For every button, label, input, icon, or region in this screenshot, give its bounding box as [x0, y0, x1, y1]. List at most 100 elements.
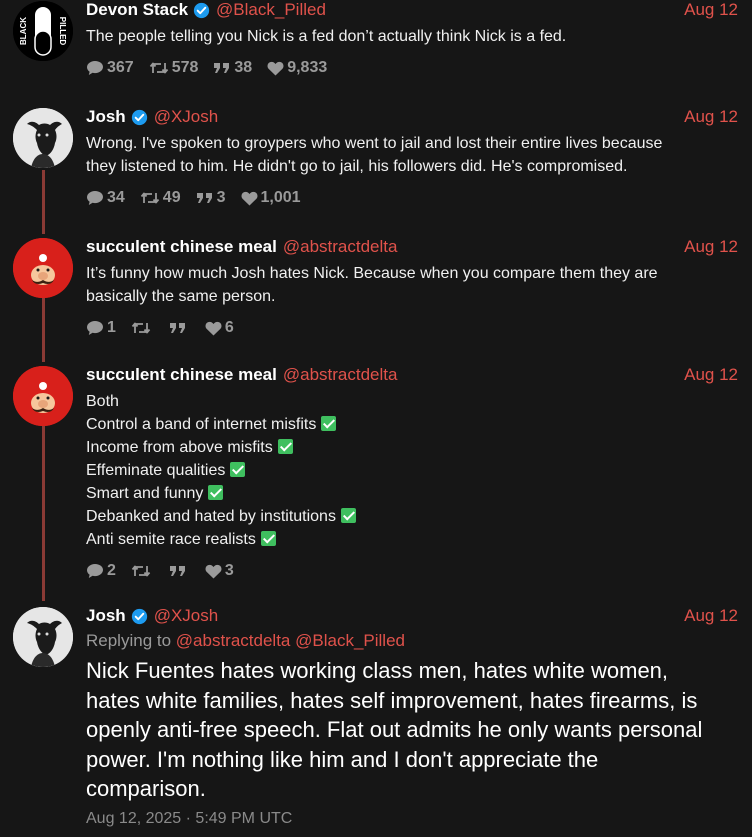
reply-count: 1 — [107, 319, 116, 336]
handle-link[interactable]: @abstractdelta — [283, 365, 398, 385]
checkmark-icon — [230, 462, 246, 477]
avatar[interactable]: BLACK PILLED — [13, 1, 73, 61]
list-line: Anti semite race realists — [86, 528, 738, 551]
tweet-timestamp[interactable]: Aug 12, 2025 · 5:49 PM UTC — [86, 810, 738, 828]
tweet-date[interactable]: Aug 12 — [684, 107, 738, 127]
list-line-text: Anti semite race realists — [86, 531, 256, 548]
quote-icon — [196, 193, 212, 203]
quote-button[interactable] — [169, 321, 190, 335]
reply-icon — [87, 321, 103, 335]
checkmark-icon — [208, 485, 224, 500]
avatar[interactable] — [13, 607, 73, 667]
text-line: power. I'm nothing like him and I don't … — [86, 746, 599, 772]
list-line: Income from above misfits — [86, 436, 738, 459]
bull-mask-photo-icon — [13, 108, 73, 168]
thread-line — [42, 426, 45, 601]
text-line: basically the same person. — [86, 288, 276, 305]
handle-link[interactable]: @abstractdelta — [283, 237, 398, 257]
like-button[interactable]: 1,001 — [241, 189, 301, 207]
tweet-text: Wrong. I've spoken to groypers who went … — [86, 132, 738, 178]
text-line: Nick Fuentes hates working class men, ha… — [86, 658, 669, 683]
reply-count: 2 — [107, 562, 116, 579]
list-line-text: Income from above misfits — [86, 439, 273, 456]
heart-icon — [267, 61, 284, 75]
handle-link[interactable]: @Black_Pilled — [216, 0, 326, 20]
like-count: 9,833 — [287, 59, 328, 76]
list-line-text: Effeminate qualities — [86, 462, 226, 479]
like-count: 3 — [224, 562, 234, 579]
tweet-stats: 2 3 — [86, 561, 738, 581]
avatar[interactable] — [13, 366, 73, 426]
mention-link[interactable]: @Black_Pilled — [295, 631, 405, 650]
retweet-count: 49 — [162, 189, 181, 206]
retweet-icon — [131, 565, 151, 577]
reply-button[interactable]: 34 — [86, 189, 125, 207]
verified-badge-icon — [193, 2, 210, 18]
retweet-button[interactable]: 578 — [149, 59, 198, 77]
checkmark-icon — [277, 439, 293, 454]
reply-count: 367 — [107, 59, 134, 76]
reply-button[interactable]: 367 — [86, 59, 134, 77]
heart-icon — [241, 191, 257, 205]
retweet-icon — [140, 192, 159, 204]
mention-link[interactable]: @abstractdelta — [176, 631, 291, 650]
tweet-date[interactable]: Aug 12 — [684, 0, 738, 20]
display-name[interactable]: succulent chinese meal — [86, 365, 277, 385]
like-button[interactable]: 9,833 — [267, 59, 327, 77]
display-name[interactable]: succulent chinese meal — [86, 237, 277, 257]
like-button[interactable]: 6 — [205, 319, 234, 337]
tweet-date[interactable]: Aug 12 — [684, 606, 738, 626]
display-name[interactable]: Josh — [86, 606, 126, 626]
display-name[interactable]: Josh — [86, 107, 126, 127]
list-line: Smart and funny — [86, 482, 738, 505]
list-line-text: Smart and funny — [86, 485, 204, 502]
text-line: comparison. — [86, 776, 206, 801]
avatar-text-black: BLACK — [19, 17, 28, 45]
mario-face-icon — [13, 238, 73, 298]
display-name[interactable]: Devon Stack — [86, 0, 188, 20]
tweet-header: succulent chinese meal @abstractdelta Au… — [86, 237, 738, 257]
replying-to-label: Replying to — [86, 631, 172, 650]
tweet-text: It’s funny how much Josh hates Nick. Bec… — [86, 262, 738, 308]
quote-button[interactable]: 3 — [196, 189, 226, 207]
verified-badge-icon — [131, 608, 147, 624]
reply-button[interactable]: 1 — [86, 319, 116, 337]
like-button[interactable]: 3 — [205, 562, 234, 580]
tweet-header: Josh @XJosh Aug 12 — [86, 107, 738, 127]
mario-face-icon — [13, 366, 73, 426]
reply-count: 34 — [107, 189, 125, 206]
tweet-header: succulent chinese meal @abstractdelta Au… — [86, 365, 738, 385]
tweet-date[interactable]: Aug 12 — [684, 365, 738, 385]
list-line: Effeminate qualities — [86, 459, 738, 482]
retweet-button[interactable] — [131, 563, 154, 579]
tweet-date[interactable]: Aug 12 — [684, 237, 738, 257]
list-line-text: Debanked and hated by institutions — [86, 508, 336, 525]
tweet-stats: 1 6 — [86, 318, 738, 338]
replying-to: Replying to @abstractdelta @Black_Pilled — [86, 631, 738, 651]
black-pill-logo-icon: BLACK PILLED — [13, 1, 73, 61]
text-line: openly anti-free speech. Flat out admits… — [86, 717, 703, 742]
thread-line — [42, 298, 45, 362]
handle-link[interactable]: @XJosh — [154, 606, 219, 626]
quote-count: 38 — [234, 59, 253, 76]
quote-button[interactable] — [169, 564, 190, 578]
avatar[interactable] — [13, 238, 73, 298]
retweet-button[interactable] — [131, 320, 154, 336]
tweet-text: Nick Fuentes hates working class men, ha… — [86, 656, 738, 804]
avatar[interactable] — [13, 108, 73, 168]
verified-badge-icon — [131, 109, 147, 125]
list-line: Debanked and hated by institutions — [86, 505, 738, 528]
retweet-icon — [149, 62, 168, 74]
quote-button[interactable]: 38 — [213, 59, 252, 77]
reply-button[interactable]: 2 — [86, 562, 116, 580]
quote-icon — [169, 323, 185, 333]
tweet-text: The people telling you Nick is a fed don… — [86, 28, 567, 45]
thread-line — [42, 170, 45, 234]
checkmark-icon — [340, 508, 356, 523]
handle-link[interactable]: @XJosh — [154, 107, 219, 127]
reply-icon — [87, 61, 103, 75]
quote-icon — [169, 566, 185, 576]
text-line: It’s funny how much Josh hates Nick. Bec… — [86, 265, 658, 282]
retweet-button[interactable]: 49 — [140, 189, 181, 207]
reply-icon — [87, 564, 103, 578]
